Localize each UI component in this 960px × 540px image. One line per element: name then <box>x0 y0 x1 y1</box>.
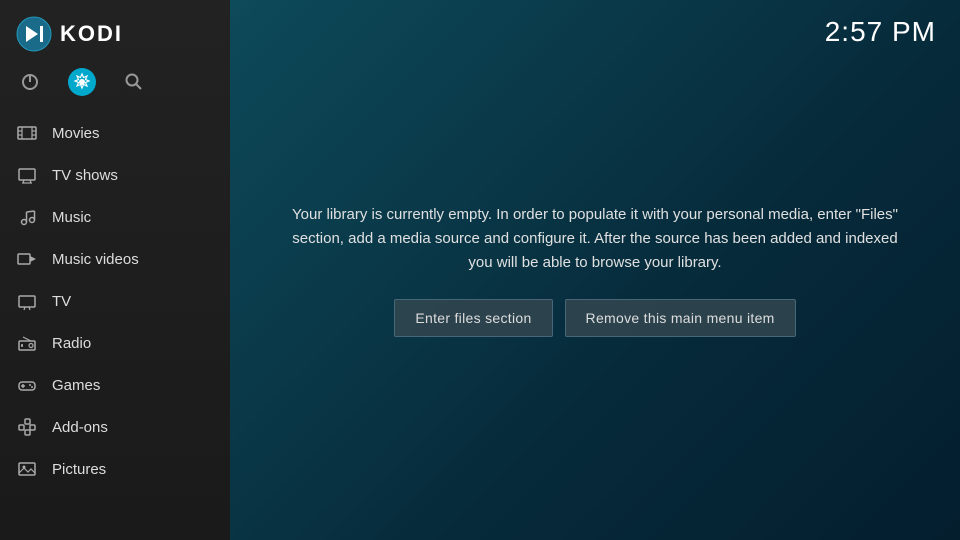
action-buttons-row: Enter files section Remove this main men… <box>285 299 905 337</box>
sidebar-item-movies[interactable]: Movies <box>0 112 230 154</box>
sidebar-item-musicvideos[interactable]: Music videos <box>0 238 230 280</box>
radio-icon <box>16 332 38 354</box>
settings-button[interactable] <box>68 68 96 96</box>
sidebar-item-music[interactable]: Music <box>0 196 230 238</box>
addons-icon <box>16 416 38 438</box>
sidebar-item-tvshows-label: TV shows <box>52 167 118 184</box>
sidebar-item-tvshows[interactable]: TV shows <box>0 154 230 196</box>
library-empty-text: Your library is currently empty. In orde… <box>285 203 905 275</box>
pictures-icon <box>16 458 38 480</box>
movies-icon <box>16 122 38 144</box>
enter-files-section-button[interactable]: Enter files section <box>394 299 552 337</box>
sidebar-item-musicvideos-label: Music videos <box>52 251 139 268</box>
sidebar-item-radio[interactable]: Radio <box>0 322 230 364</box>
sidebar-item-addons-label: Add-ons <box>52 419 108 436</box>
tv-icon <box>16 290 38 312</box>
app-title: KODI <box>60 21 123 47</box>
power-button[interactable] <box>16 68 44 96</box>
sidebar-item-games-label: Games <box>52 377 100 394</box>
power-icon <box>20 72 40 92</box>
musicvideos-icon <box>16 248 38 270</box>
sidebar-item-music-label: Music <box>52 209 91 226</box>
nav-menu: Movies TV shows Music Music videos TV <box>0 112 230 540</box>
remove-menu-item-button[interactable]: Remove this main menu item <box>565 299 796 337</box>
games-icon <box>16 374 38 396</box>
search-button[interactable] <box>120 68 148 96</box>
settings-icon <box>72 72 92 92</box>
sidebar-item-tv[interactable]: TV <box>0 280 230 322</box>
empty-library-message: Your library is currently empty. In orde… <box>265 183 925 357</box>
music-icon <box>16 206 38 228</box>
sidebar-item-pictures-label: Pictures <box>52 461 106 478</box>
kodi-logo-icon <box>16 16 52 52</box>
main-content: 2:57 PM Your library is currently empty.… <box>230 0 960 540</box>
search-icon <box>124 72 144 92</box>
sidebar-item-radio-label: Radio <box>52 335 91 352</box>
app-header: KODI <box>0 0 230 64</box>
sidebar: KODI <box>0 0 230 540</box>
clock: 2:57 PM <box>825 16 936 48</box>
sidebar-item-games[interactable]: Games <box>0 364 230 406</box>
sidebar-item-pictures[interactable]: Pictures <box>0 448 230 490</box>
sidebar-item-movies-label: Movies <box>52 125 100 142</box>
sidebar-item-tv-label: TV <box>52 293 71 310</box>
top-toolbar <box>0 64 230 112</box>
sidebar-item-addons[interactable]: Add-ons <box>0 406 230 448</box>
tvshows-icon <box>16 164 38 186</box>
